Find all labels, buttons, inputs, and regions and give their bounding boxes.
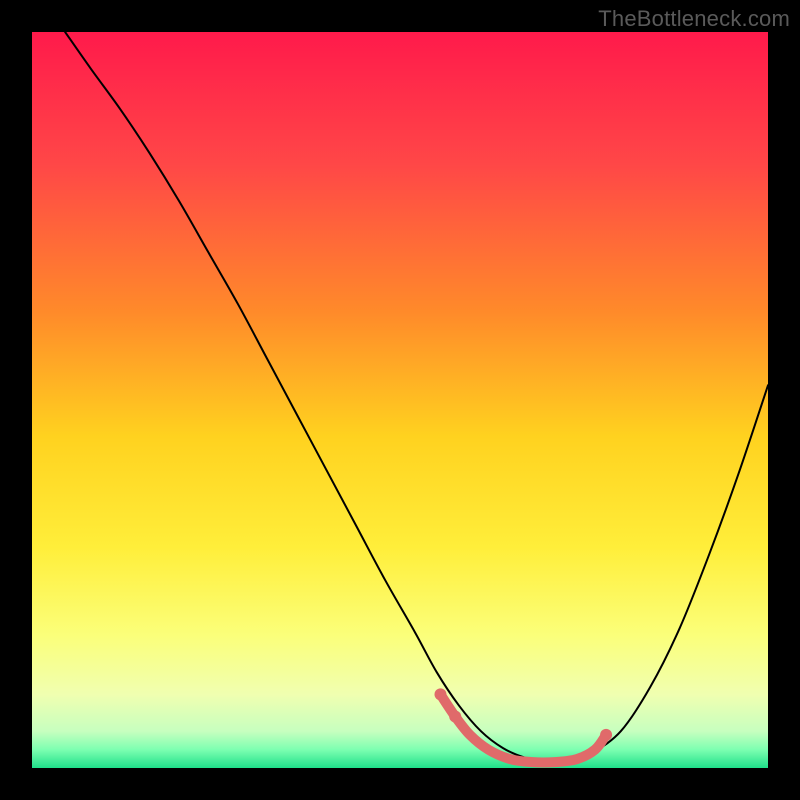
plot-area [32, 32, 768, 768]
dot-left-lower [449, 710, 461, 722]
dot-left-upper [434, 688, 446, 700]
dot-right [600, 729, 612, 741]
chart-stage: TheBottleneck.com [0, 0, 800, 800]
watermark-text: TheBottleneck.com [598, 6, 790, 32]
chart-svg [32, 32, 768, 768]
